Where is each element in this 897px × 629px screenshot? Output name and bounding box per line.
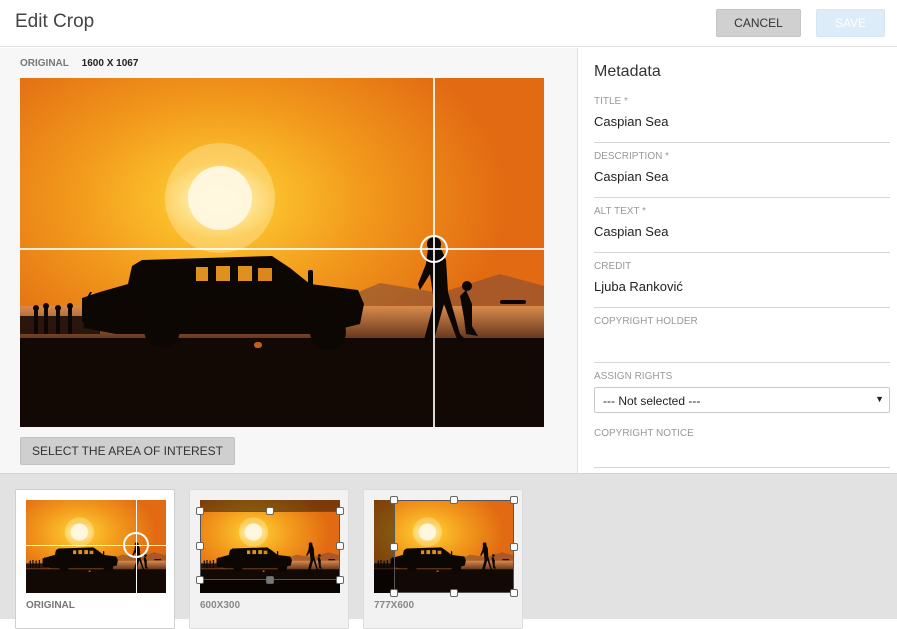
alt-text-field: ALT TEXT * Caspian Sea [594, 206, 890, 253]
crop-editor: ORIGINAL 1600 X 1067 SELECT THE AREA OF … [0, 48, 577, 473]
metadata-heading: Metadata [594, 63, 661, 80]
crop-handle[interactable] [450, 496, 458, 504]
description-input[interactable]: Caspian Sea [594, 165, 890, 198]
original-dimensions: 1600 X 1067 [81, 58, 139, 69]
credit-field: CREDIT Ljuba Ranković [594, 261, 890, 308]
crop-handle[interactable] [196, 576, 204, 584]
metadata-panel: Metadata TITLE * Caspian Sea DESCRIPTION… [577, 48, 897, 473]
preview-image [20, 78, 544, 427]
crop-handle[interactable] [390, 589, 398, 597]
title-input[interactable]: Caspian Sea [594, 110, 890, 143]
field-label: ASSIGN RIGHTS [594, 371, 673, 382]
field-label: CREDIT [594, 261, 632, 272]
field-label: DESCRIPTION * [594, 151, 670, 162]
field-label: ALT TEXT * [594, 206, 647, 217]
point-of-interest-handle[interactable] [420, 235, 448, 263]
poi-horizontal-guide [20, 248, 544, 250]
crop-thumbnails-strip: ORIGINAL 600X300 777X600 [0, 473, 897, 629]
crop-handle[interactable] [510, 496, 518, 504]
crop-handle[interactable] [336, 507, 344, 515]
field-label: TITLE * [594, 96, 628, 107]
cancel-button[interactable]: CANCEL [716, 9, 801, 37]
crop-handle[interactable] [266, 576, 274, 584]
thumbnail-image [26, 500, 166, 593]
thumbnail-600x300[interactable]: 600X300 [189, 489, 349, 629]
crop-handle[interactable] [390, 543, 398, 551]
select-area-button[interactable]: SELECT THE AREA OF INTEREST [20, 437, 235, 465]
field-label: COPYRIGHT HOLDER [594, 316, 698, 327]
assign-rights-select[interactable]: --- Not selected --- ▼ [594, 387, 890, 413]
crop-handle[interactable] [196, 507, 204, 515]
thumbnail-label: ORIGINAL [26, 600, 75, 611]
crop-handle[interactable] [390, 496, 398, 504]
chevron-down-icon: ▼ [875, 394, 884, 404]
assign-rights-field: ASSIGN RIGHTS --- Not selected --- ▼ [594, 371, 890, 413]
field-label: COPYRIGHT NOTICE [594, 428, 694, 439]
copyright-holder-field: COPYRIGHT HOLDER [594, 316, 890, 363]
copyright-notice-field: COPYRIGHT NOTICE [594, 428, 890, 468]
save-button[interactable]: SAVE [816, 9, 885, 37]
crop-handle[interactable] [450, 589, 458, 597]
description-field: DESCRIPTION * Caspian Sea [594, 151, 890, 198]
copyright-holder-input[interactable] [594, 330, 890, 363]
crop-handle[interactable] [196, 542, 204, 550]
crop-handle[interactable] [266, 507, 274, 515]
header-bar: Edit Crop CANCEL SAVE [0, 0, 897, 47]
image-canvas[interactable] [20, 78, 544, 427]
assign-rights-value: --- Not selected --- [603, 394, 701, 408]
crop-handle[interactable] [336, 542, 344, 550]
crop-handle[interactable] [336, 576, 344, 584]
page-title: Edit Crop [15, 11, 95, 32]
thumbnail-label: 600X300 [200, 600, 241, 611]
copyright-notice-input[interactable] [594, 442, 890, 468]
thumbnail-777x600[interactable]: 777X600 [363, 489, 523, 629]
original-label: ORIGINAL [20, 58, 69, 69]
crop-handle[interactable] [510, 589, 518, 597]
credit-input[interactable]: Ljuba Ranković [594, 275, 890, 308]
crop-handle[interactable] [510, 543, 518, 551]
original-info: ORIGINAL 1600 X 1067 [20, 58, 138, 69]
thumbnail-label: 777X600 [374, 600, 415, 611]
title-field: TITLE * Caspian Sea [594, 96, 890, 143]
thumbnail-original[interactable]: ORIGINAL [15, 489, 175, 629]
alt-text-input[interactable]: Caspian Sea [594, 220, 890, 253]
